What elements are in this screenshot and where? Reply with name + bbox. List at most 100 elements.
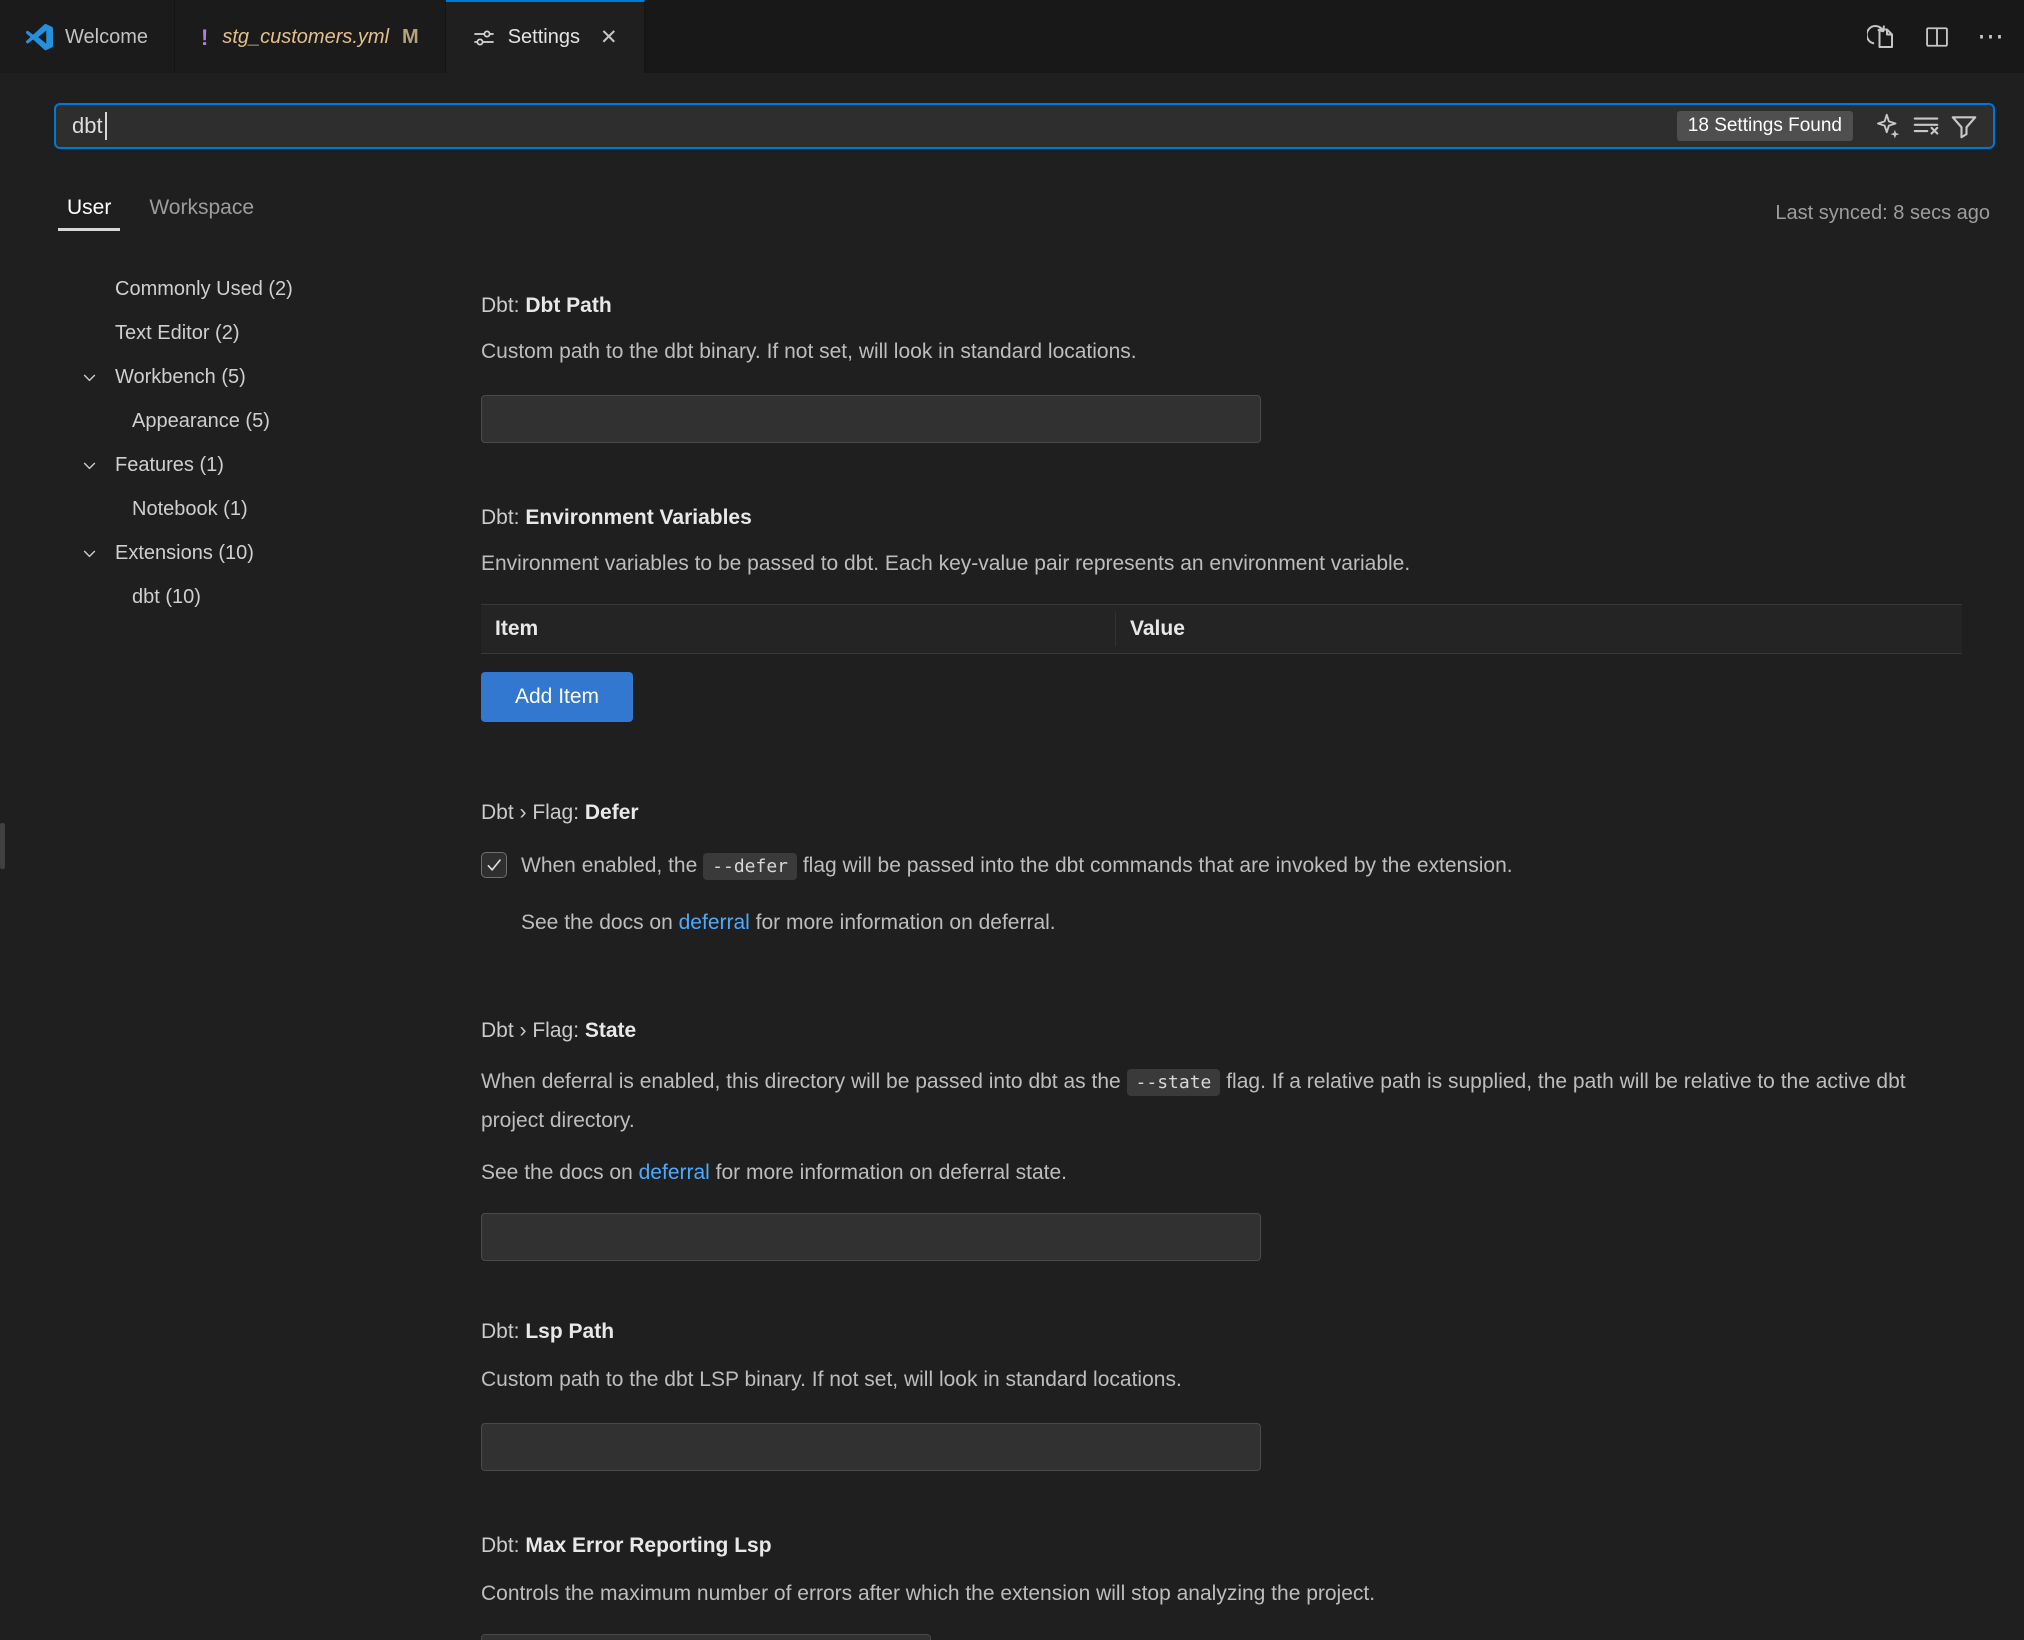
setting-flag-state: Dbt › Flag: State When deferral is enabl… [481, 1017, 1962, 1261]
toc-item-dbt[interactable]: dbt (10) [0, 575, 404, 619]
filter-icon[interactable] [1947, 109, 1981, 143]
docs-line: See the docs on deferral for more inform… [481, 1158, 1962, 1188]
vscode-logo [26, 24, 53, 51]
setting-dbt-path: Dbt: Dbt Path Custom path to the dbt bin… [481, 292, 1962, 443]
toc-label: Notebook (1) [0, 487, 404, 531]
dbt-path-input[interactable] [481, 395, 1261, 443]
checkbox-check-icon [485, 856, 503, 874]
sparkle-search-icon[interactable] [1871, 109, 1905, 143]
clear-filters-icon[interactable] [1909, 109, 1943, 143]
more-actions-icon[interactable]: ⋯ [1977, 21, 2006, 52]
toc-item-notebook[interactable]: Notebook (1) [0, 487, 404, 531]
tab-label: Welcome [65, 26, 148, 49]
desc-text: When deferral is enabled, this directory… [481, 1070, 1127, 1093]
lsp-path-input[interactable] [481, 1423, 1261, 1471]
column-header-item: Item [481, 617, 1115, 641]
last-synced-label: Last synced: 8 secs ago [1775, 202, 1990, 225]
setting-category: Dbt: [481, 506, 525, 529]
docs-text: for more information on deferral. [750, 911, 1056, 934]
desc-text: flag will be passed into the dbt command… [797, 854, 1513, 877]
code-chip: --defer [703, 853, 797, 880]
setting-description: When enabled, the --defer flag will be p… [521, 851, 1513, 882]
settings-list: Dbt: Dbt Path Custom path to the dbt bin… [404, 262, 2024, 1640]
setting-name: Dbt Path [525, 294, 611, 317]
scope-tab-user[interactable]: User [58, 196, 120, 231]
editor-actions: ⋯ [1867, 0, 2024, 73]
settings-toc: Commonly Used (2) Text Editor (2) Workbe… [0, 262, 404, 1640]
tab-label: Settings [508, 26, 580, 49]
results-count-badge: 18 Settings Found [1677, 111, 1853, 141]
setting-description: Controls the maximum number of errors af… [481, 1578, 1962, 1610]
toc-label: Commonly Used (2) [0, 267, 404, 311]
git-modified-badge: M [402, 26, 419, 49]
open-settings-json-icon[interactable] [1867, 22, 1897, 52]
docs-line: See the docs on deferral for more inform… [521, 908, 1962, 938]
setting-title: Dbt: Dbt Path [481, 292, 1962, 320]
setting-title: Dbt › Flag: State [481, 1017, 1962, 1045]
setting-category: Dbt › Flag: [481, 801, 585, 824]
toc-label: Appearance (5) [0, 399, 404, 443]
tab-welcome[interactable]: Welcome [0, 0, 175, 73]
setting-name: State [585, 1019, 636, 1042]
toc-label: Workbench (5) [0, 355, 404, 399]
chevron-down-icon[interactable] [81, 457, 98, 474]
toc-item-text-editor[interactable]: Text Editor (2) [0, 311, 404, 355]
state-path-input[interactable] [481, 1213, 1261, 1261]
chevron-down-icon[interactable] [81, 369, 98, 386]
desc-text: When enabled, the [521, 854, 703, 877]
setting-category: Dbt: [481, 294, 525, 317]
toc-scrollbar-thumb[interactable] [0, 823, 5, 869]
editor-tab-bar: Welcome ! stg_customers.yml M Settings ✕ [0, 0, 2024, 73]
settings-search-container: dbt 18 Settings Found [0, 73, 2024, 149]
toc-label: Text Editor (2) [0, 311, 404, 355]
settings-body: Commonly Used (2) Text Editor (2) Workbe… [0, 262, 2024, 1640]
settings-sliders-icon [472, 26, 496, 50]
setting-description: Custom path to the dbt LSP binary. If no… [481, 1364, 1962, 1396]
code-chip: --state [1127, 1069, 1221, 1096]
docs-text: for more information on deferral state. [710, 1161, 1067, 1184]
setting-category: Dbt: [481, 1320, 525, 1343]
setting-description: When deferral is enabled, this directory… [481, 1063, 1962, 1140]
defer-checkbox-row: When enabled, the --defer flag will be p… [481, 851, 1962, 882]
search-query-text: dbt [72, 113, 103, 139]
setting-lsp-path: Dbt: Lsp Path Custom path to the dbt LSP… [481, 1318, 1962, 1471]
split-editor-icon[interactable] [1923, 23, 1951, 51]
deferral-link[interactable]: deferral [639, 1161, 710, 1184]
chevron-down-icon[interactable] [81, 545, 98, 562]
toc-item-workbench[interactable]: Workbench (5) [0, 355, 404, 399]
toc-label: Features (1) [0, 443, 404, 487]
setting-flag-defer: Dbt › Flag: Defer When enabled, the --de… [481, 799, 1962, 938]
toc-label: Extensions (10) [0, 531, 404, 575]
setting-name: Lsp Path [525, 1320, 614, 1343]
setting-max-error-reporting-lsp: Dbt: Max Error Reporting Lsp Controls th… [481, 1532, 1962, 1640]
setting-category: Dbt › Flag: [481, 1019, 585, 1042]
tab-label: stg_customers.yml [222, 26, 389, 49]
problem-mark: ! [201, 25, 208, 51]
scope-tab-workspace[interactable]: Workspace [140, 196, 263, 231]
tab-stg-customers-yml[interactable]: ! stg_customers.yml M [175, 0, 446, 73]
toc-item-extensions[interactable]: Extensions (10) [0, 531, 404, 575]
close-icon[interactable]: ✕ [600, 25, 618, 50]
toc-item-features[interactable]: Features (1) [0, 443, 404, 487]
setting-title: Dbt: Max Error Reporting Lsp [481, 1532, 1962, 1560]
setting-category: Dbt: [481, 1534, 525, 1557]
docs-text: See the docs on [481, 1161, 639, 1184]
add-item-button[interactable]: Add Item [481, 672, 633, 722]
docs-text: See the docs on [521, 911, 679, 934]
defer-checkbox[interactable] [481, 852, 507, 878]
setting-title: Dbt › Flag: Defer [481, 799, 1962, 827]
text-cursor [105, 112, 107, 140]
tab-settings[interactable]: Settings ✕ [446, 0, 645, 73]
setting-name: Environment Variables [525, 506, 751, 529]
setting-title: Dbt: Lsp Path [481, 1318, 1962, 1346]
max-error-reporting-input[interactable] [481, 1634, 931, 1640]
toc-item-commonly-used[interactable]: Commonly Used (2) [0, 267, 404, 311]
toc-item-appearance[interactable]: Appearance (5) [0, 399, 404, 443]
setting-description: Custom path to the dbt binary. If not se… [481, 336, 1962, 368]
settings-search-input[interactable]: dbt 18 Settings Found [54, 103, 1995, 149]
setting-name: Defer [585, 801, 639, 824]
toc-label: dbt (10) [0, 575, 404, 619]
deferral-link[interactable]: deferral [679, 911, 750, 934]
env-variables-table-header: Item Value [481, 604, 1962, 654]
column-header-value: Value [1115, 612, 1962, 646]
